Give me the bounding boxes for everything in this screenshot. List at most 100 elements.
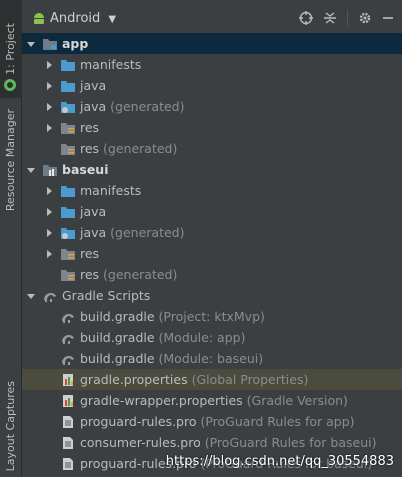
tree-item-name: java <box>80 204 107 219</box>
tree-row[interactable]: java (generated) <box>22 96 402 117</box>
tree-item-name: res <box>80 246 100 261</box>
tree-item-annotation: (Module: app) <box>154 330 246 345</box>
tree-row[interactable]: res (generated) <box>22 264 402 285</box>
gear-icon[interactable] <box>358 11 372 25</box>
tree-item-label: build.gradle (Module: baseui) <box>80 351 263 366</box>
tree-item-label: app <box>62 36 88 51</box>
tree-row[interactable]: Gradle Scripts <box>22 285 402 306</box>
layout-captures-tab-label: Layout Captures <box>4 380 17 472</box>
properties-icon <box>60 373 76 387</box>
tree-row[interactable]: java <box>22 201 402 222</box>
tree-item-label: build.gradle (Project: ktxMvp) <box>80 309 265 324</box>
tree-item-name: manifests <box>80 183 142 198</box>
folder-icon <box>60 205 76 219</box>
tree-item-label: java <box>80 78 106 93</box>
tree-item-name: java <box>80 99 107 114</box>
chevron-right-icon[interactable] <box>44 186 54 196</box>
tree-row[interactable]: consumer-rules.pro (ProGuard Rules for b… <box>22 432 402 453</box>
tree-row[interactable]: build.gradle (Module: baseui) <box>22 348 402 369</box>
res-folder-icon <box>60 121 76 135</box>
tree-item-label: proguard-rules.pro (ProGuard Rules for a… <box>80 414 355 429</box>
tree-item-label: res (generated) <box>80 141 177 156</box>
tree-row[interactable]: gradle-wrapper.properties (Gradle Versio… <box>22 390 402 411</box>
tree-item-label: build.gradle (Module: app) <box>80 330 245 345</box>
chevron-down-icon: ▼ <box>108 13 117 25</box>
module-icon <box>42 37 58 51</box>
watermark: https://blog.csdn.net/qq_30554883 <box>165 454 394 469</box>
tree-item-name: consumer-rules.pro <box>80 435 201 450</box>
project-tab-label: 1: Project <box>4 23 17 75</box>
gradle-icon <box>42 289 58 303</box>
tree-row[interactable]: gradle.properties (Global Properties) <box>22 369 402 390</box>
layout-captures-tool-tab[interactable]: Layout Captures <box>0 375 21 477</box>
tree-item-label: manifests <box>80 183 141 198</box>
chevron-down-icon[interactable] <box>26 165 36 175</box>
tree-row[interactable]: manifests <box>22 180 402 201</box>
tree-item-label: java <box>80 204 106 219</box>
res-folder-icon <box>60 268 76 282</box>
project-tool-tab[interactable]: 1: Project <box>0 0 21 98</box>
project-panel: Android ▼ app manifests java java (generate… <box>22 0 402 477</box>
chevron-down-icon[interactable] <box>26 291 36 301</box>
collapse-all-icon[interactable] <box>323 11 337 25</box>
tree-item-name: build.gradle <box>80 351 155 366</box>
chevron-right-icon[interactable] <box>44 228 54 238</box>
android-icon <box>34 13 44 24</box>
tree-item-label: res (generated) <box>80 267 177 282</box>
tree-item-annotation: (generated) <box>99 267 178 282</box>
tree-item-annotation: (Gradle Version) <box>242 393 348 408</box>
chevron-right-icon[interactable] <box>44 249 54 259</box>
tree-item-annotation: (ProGuard Rules for app) <box>196 414 355 429</box>
locate-icon[interactable] <box>299 11 313 25</box>
tree-item-annotation: (Global Properties) <box>187 372 309 387</box>
tree-row[interactable]: res <box>22 243 402 264</box>
tree-item-name: java <box>80 78 107 93</box>
tree-item-name: build.gradle <box>80 330 155 345</box>
res-folder-icon <box>60 142 76 156</box>
tree-row[interactable]: res <box>22 117 402 138</box>
tree-item-label: gradle-wrapper.properties (Gradle Versio… <box>80 393 348 408</box>
chevron-down-icon[interactable] <box>26 39 36 49</box>
tree-item-name: res <box>80 267 100 282</box>
resource-manager-tool-tab[interactable]: Resource Manager <box>0 100 21 220</box>
tree-item-annotation: (Module: baseui) <box>154 351 264 366</box>
generated-folder-icon <box>60 100 76 114</box>
tree-row[interactable]: app <box>22 33 402 54</box>
chevron-right-icon[interactable] <box>44 123 54 133</box>
tree-row[interactable]: proguard-rules.pro (ProGuard Rules for a… <box>22 411 402 432</box>
tree-item-label: java (generated) <box>80 225 185 240</box>
tree-row[interactable]: res (generated) <box>22 138 402 159</box>
tree-item-name: manifests <box>80 57 142 72</box>
tree-item-annotation: (ProGuard Rules for baseui) <box>200 435 377 450</box>
tree-item-annotation: (generated) <box>106 225 185 240</box>
tree-item-label: consumer-rules.pro (ProGuard Rules for b… <box>80 435 376 450</box>
tree-item-annotation: (generated) <box>99 141 178 156</box>
tree-row[interactable]: manifests <box>22 54 402 75</box>
gradle-icon <box>60 310 76 324</box>
tree-item-name: res <box>80 141 100 156</box>
tree-row[interactable]: java (generated) <box>22 222 402 243</box>
view-selector[interactable]: Android ▼ <box>50 11 116 26</box>
chevron-right-icon[interactable] <box>44 60 54 70</box>
properties-icon <box>60 394 76 408</box>
generated-folder-icon <box>60 226 76 240</box>
tree-row[interactable]: build.gradle (Module: app) <box>22 327 402 348</box>
tree-item-label: res <box>80 120 99 135</box>
tree-item-annotation: (generated) <box>106 99 185 114</box>
tree-item-label: Gradle Scripts <box>62 288 150 303</box>
gradle-icon <box>60 352 76 366</box>
tree-item-label: res <box>80 246 99 261</box>
folder-icon <box>60 79 76 93</box>
folder-icon <box>60 184 76 198</box>
tree-row[interactable]: java <box>22 75 402 96</box>
chevron-right-icon[interactable] <box>44 207 54 217</box>
tree-row[interactable]: baseui <box>22 159 402 180</box>
chevron-right-icon[interactable] <box>44 81 54 91</box>
tree-item-name: build.gradle <box>80 309 155 324</box>
tree-item-name: gradle-wrapper.properties <box>80 393 243 408</box>
tree-item-name: java <box>80 225 107 240</box>
tree-item-name: gradle.properties <box>80 372 188 387</box>
hide-icon[interactable] <box>382 11 394 25</box>
tree-row[interactable]: build.gradle (Project: ktxMvp) <box>22 306 402 327</box>
chevron-right-icon[interactable] <box>44 102 54 112</box>
